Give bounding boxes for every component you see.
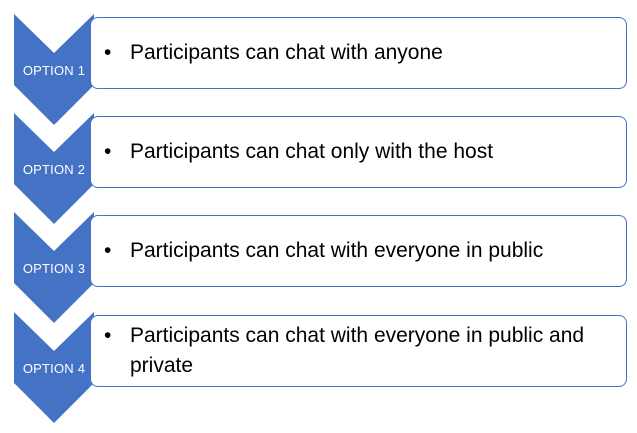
bullet-item: • Participants can chat with anyone [104, 38, 612, 68]
bullet-item: • Participants can chat only with the ho… [104, 137, 612, 167]
option-chevron: OPTION 3 [14, 212, 94, 323]
bullet-item: • Participants can chat with everyone in… [104, 236, 612, 266]
option-chevron: OPTION 2 [14, 113, 94, 224]
option-box: • Participants can chat with anyone [90, 17, 627, 89]
option-row: OPTION 3 • Participants can chat with ev… [0, 212, 637, 323]
option-text: Participants can chat with everyone in p… [130, 324, 585, 377]
option-text: Participants can chat only with the host [130, 140, 494, 163]
bullet-dot: • [104, 239, 112, 262]
option-chevron: OPTION 4 [14, 312, 94, 423]
option-label: OPTION 2 [22, 162, 86, 177]
option-box: • Participants can chat only with the ho… [90, 116, 627, 188]
option-chevron: OPTION 1 [14, 14, 94, 125]
option-text: Participants can chat with anyone [130, 41, 443, 64]
option-text: Participants can chat with everyone in p… [130, 239, 544, 262]
option-box: • Participants can chat with everyone in… [90, 215, 627, 287]
bullet-item: • Participants can chat with everyone in… [104, 321, 612, 381]
option-label: OPTION 4 [22, 361, 86, 376]
chevron-list-diagram: OPTION 1 • Participants can chat with an… [0, 0, 637, 433]
bullet-dot: • [104, 324, 112, 347]
option-box: • Participants can chat with everyone in… [90, 315, 627, 387]
bullet-dot: • [104, 41, 112, 64]
bullet-dot: • [104, 140, 112, 163]
option-row: OPTION 2 • Participants can chat only wi… [0, 113, 637, 224]
option-row: OPTION 1 • Participants can chat with an… [0, 14, 637, 125]
option-label: OPTION 1 [22, 63, 86, 78]
option-row: OPTION 4 • Participants can chat with ev… [0, 312, 637, 423]
option-label: OPTION 3 [22, 261, 86, 276]
